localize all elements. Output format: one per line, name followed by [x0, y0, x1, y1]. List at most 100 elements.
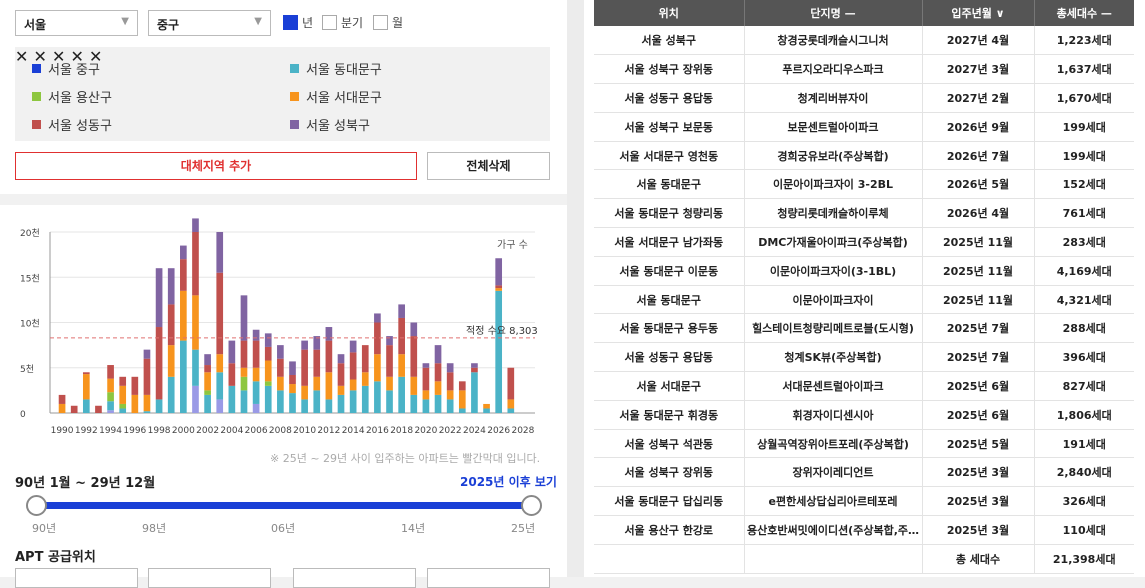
add-region-button[interactable]: 대체지역 추가: [15, 152, 417, 180]
chevron-down-icon: ▼: [254, 16, 262, 27]
checkbox-box[interactable]: [373, 14, 388, 30]
chart-bar-segment: [289, 374, 296, 385]
table-row[interactable]: 서울 동대문구 청량리동 청량리롯데캐슬하이루체 2026년 4월 761세대: [594, 198, 1134, 229]
range-slider-start-handle[interactable]: [26, 495, 47, 516]
apt-filter-box[interactable]: [15, 568, 138, 588]
district-select-value: 중구: [157, 18, 180, 32]
chart-bar-segment: [495, 290, 503, 413]
chart-bar-segment: [240, 376, 248, 391]
table-cell: 장위자이레디언트: [744, 457, 923, 488]
chart-bar-segment: [289, 361, 296, 375]
district-select[interactable]: 중구 ▼: [148, 10, 271, 36]
period-month-checkbox[interactable]: 월: [373, 12, 403, 32]
region-item: 서울 동대문구: [290, 59, 382, 78]
table-cell: 서울 동대문구 용두동: [594, 313, 745, 344]
table-row[interactable]: 서울 서대문구 남가좌동 DMC가재울아이파크(주상복합) 2025년 11월 283…: [594, 227, 1134, 257]
chart-bar-segment: [337, 363, 345, 386]
chart-bar-segment: [107, 378, 114, 393]
chart-bar-segment: [216, 372, 224, 400]
table-row[interactable]: 서울 성북구 장위동 장위자이레디언트 2025년 3월 2,840세대: [594, 457, 1134, 488]
chart-bar-segment: [349, 340, 357, 353]
chart-bar-segment: [349, 390, 357, 413]
range-slider-track[interactable]: [36, 502, 532, 509]
apt-filter-box[interactable]: [427, 568, 550, 588]
after-2025-link[interactable]: 2025년 이후 보기: [460, 473, 557, 490]
table-row[interactable]: 서울 성동구 용답동 청계SK뷰(주상복합) 2025년 7월 396세대: [594, 342, 1134, 373]
table-cell: 청계SK뷰(주상복합): [744, 342, 923, 373]
chart-bar-segment: [167, 268, 175, 305]
panel-splitter[interactable]: [567, 0, 584, 577]
chart-bar-segment: [192, 295, 199, 350]
close-icon[interactable]: ✕: [15, 47, 28, 66]
table-row[interactable]: 서울 동대문구 용두동 힐스테이트청량리메트로블(도시형) 2025년 7월 288세…: [594, 313, 1134, 344]
chart-bar-segment: [264, 333, 272, 347]
chart-bar-segment: [301, 399, 308, 413]
chart-bar-segment: [446, 390, 454, 400]
period-year-checkbox[interactable]: 년: [283, 12, 313, 32]
table-row[interactable]: 서울 성북구 석관동 상월곡역장위아트포레(주상복합) 2025년 5월 191세대: [594, 429, 1134, 459]
chart-bar-segment: [216, 399, 224, 413]
table-cell: 서울 성북구 보문동: [594, 112, 745, 142]
period-month-label: 월: [392, 15, 404, 30]
city-select[interactable]: 서울 ▼: [15, 10, 138, 36]
table-cell: 2027년 4월: [922, 26, 1035, 56]
table-row[interactable]: 서울 성북구 창경궁롯데캐슬시그니처 2027년 4월 1,223세대: [594, 26, 1134, 56]
chart-bar-segment: [325, 340, 333, 373]
table-row[interactable]: 서울 성북구 장위동 푸르지오라디우스파크 2027년 3월 1,637세대: [594, 54, 1134, 85]
table-row[interactable]: 서울 성동구 용답동 청계리버뷰자이 2027년 2월 1,670세대: [594, 83, 1134, 113]
checkbox-box[interactable]: [283, 14, 298, 30]
table-cell: 서울 동대문구 이문동: [594, 256, 745, 286]
table-cell: e편한세상답십리아르테포레: [744, 486, 923, 517]
period-quarter-label: 분기: [341, 15, 364, 30]
chart-bar-segment: [458, 390, 466, 409]
right-panel: 위치 단지명 — 입주년월 ∨ 총세대수 — 서울 성북구 창경궁롯데캐슬시그니처…: [584, 0, 1145, 577]
table-row[interactable]: 서울 동대문구 답십리동 e편한세상답십리아르테포레 2025년 3월 326세대: [594, 486, 1134, 517]
table-row[interactable]: 서울 성북구 보문동 보문센트럴아이파크 2026년 9월 199세대: [594, 112, 1134, 142]
table-cell: 서울 동대문구: [594, 169, 745, 200]
column-header-households[interactable]: 총세대수 —: [1034, 0, 1134, 26]
period-quarter-checkbox[interactable]: 분기: [322, 12, 363, 32]
column-header-complex[interactable]: 단지명 —: [744, 0, 923, 26]
chart-bar-segment: [143, 411, 151, 413]
apt-filter-box[interactable]: [293, 568, 416, 588]
table-cell: 199세대: [1034, 112, 1134, 142]
slider-label: 90년: [32, 522, 57, 535]
table-cell: 서울 성북구 장위동: [594, 457, 745, 488]
slider-label: 98년: [142, 522, 167, 535]
chart-bar-segment: [289, 393, 296, 413]
table-header-row: 위치 단지명 — 입주년월 ∨ 총세대수 —: [594, 0, 1134, 26]
column-header-location[interactable]: 위치: [594, 0, 745, 26]
chart-bar-segment: [119, 376, 127, 386]
table-cell: 1,670세대: [1034, 83, 1134, 113]
chart-bar-segment: [216, 354, 224, 373]
chart-bar-segment: [180, 259, 187, 291]
chart-bar-segment: [107, 410, 114, 413]
table-cell: 청계리버뷰자이: [744, 83, 923, 113]
chart-bar-segment: [204, 390, 211, 395]
table-row[interactable]: 서울 서대문구 영천동 경희궁유보라(주상복합) 2026년 7월 199세대: [594, 141, 1134, 171]
chart-bar-segment: [422, 390, 430, 400]
checkbox-box[interactable]: [322, 14, 337, 30]
range-slider-end-handle[interactable]: [521, 495, 542, 516]
table-cell: 2026년 4월: [922, 198, 1035, 229]
apt-filter-box[interactable]: [148, 568, 271, 588]
column-header-move-in[interactable]: 입주년월 ∨: [922, 0, 1035, 26]
table-row[interactable]: 서울 동대문구 이문아이파크자이 3-2BL 2026년 5월 152세대: [594, 169, 1134, 200]
table-cell: 4,321세대: [1034, 285, 1134, 315]
chart-bar-segment: [277, 358, 284, 377]
table-row[interactable]: 서울 동대문구 이문동 이문아이파크자이(3-1BL) 2025년 11월 4,169…: [594, 256, 1134, 286]
chart-bar-segment: [240, 340, 248, 368]
delete-all-button[interactable]: 전체삭제: [427, 152, 550, 180]
table-row[interactable]: 서울 용산구 한강로 용산호반써밋에이디션(주상복합,주… 2025년 3월 110세…: [594, 515, 1134, 545]
x-tick-label: 2022: [439, 426, 462, 436]
chart-bar-segment: [325, 372, 333, 400]
chart-bar-segment: [240, 367, 248, 377]
table-row[interactable]: 서울 동대문구 이문아이파크자이 2025년 11월 4,321세대: [594, 285, 1134, 315]
chart-bar-segment: [192, 232, 199, 296]
x-tick-label: 2012: [317, 426, 340, 436]
chart-bar-segment: [337, 354, 345, 364]
table-row[interactable]: 서울 서대문구 서대문센트럴아이파크 2025년 6월 827세대: [594, 371, 1134, 401]
table-row[interactable]: 서울 동대문구 휘경동 휘경자이디센시아 2025년 6월 1,806세대: [594, 400, 1134, 430]
chart-bar-segment: [434, 345, 442, 364]
chart-bar-segment: [313, 349, 321, 377]
